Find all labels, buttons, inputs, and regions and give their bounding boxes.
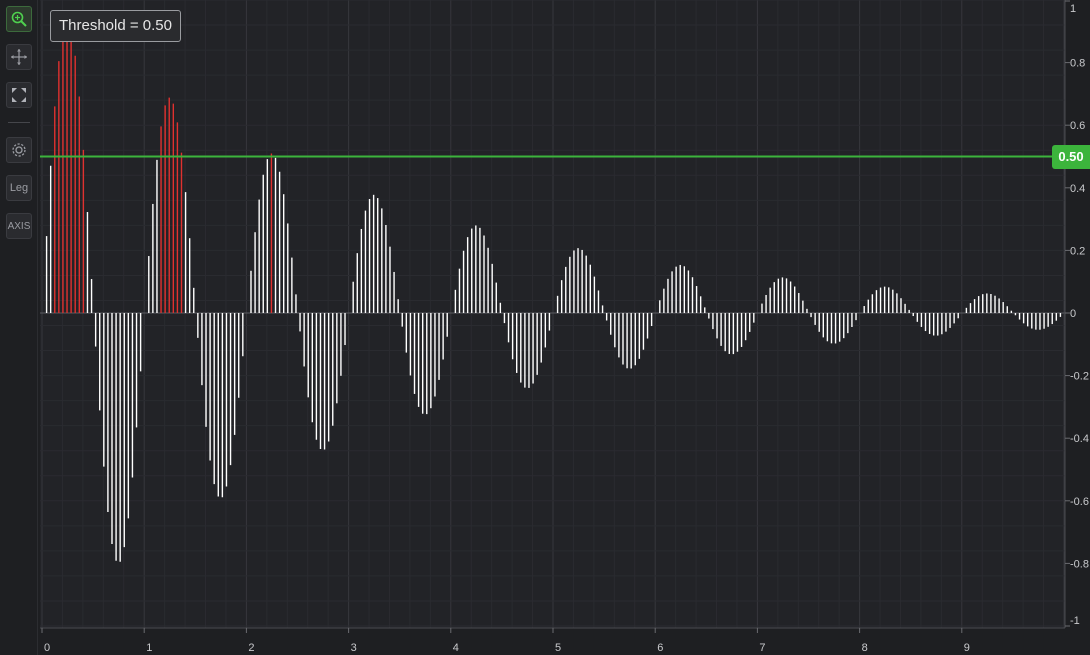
y-tick-label: 0.8 (1070, 58, 1085, 70)
y-tick-label: 0.4 (1070, 183, 1085, 195)
x-tick-label: 0 (44, 642, 50, 654)
x-tick-label: 2 (248, 642, 254, 654)
toolbar-separator (8, 122, 30, 123)
zoom-icon (10, 10, 28, 28)
axis-button[interactable]: AXIS (6, 213, 32, 239)
zoom-button[interactable] (6, 6, 32, 32)
y-tick-label: -0.6 (1070, 496, 1089, 508)
chart-toolbar: Leg AXIS (0, 0, 38, 655)
gear-icon (10, 141, 28, 159)
x-tick-label: 7 (759, 642, 765, 654)
legend-label: Leg (9, 182, 29, 194)
x-tick-label: 3 (351, 642, 357, 654)
chart-plot-area[interactable]: 0 1 2 3 4 5 6 7 8 9 1 0.8 0.6 0.4 0.2 0 -0.2 -0.4 -0.6 -0.… (0, 0, 1090, 655)
y-tick-label: -1 (1070, 615, 1080, 627)
threshold-label: Threshold = 0.50 (50, 10, 181, 42)
settings-button[interactable] (6, 137, 32, 163)
y-tick-label: 0.6 (1070, 120, 1085, 132)
x-tick-label: 5 (555, 642, 561, 654)
fit-screen-button[interactable] (6, 82, 32, 108)
pan-button[interactable] (6, 44, 32, 70)
y-tick-label: -0.8 (1070, 558, 1089, 570)
y-tick-label: 0.2 (1070, 245, 1085, 257)
x-axis-ticks: 0 1 2 3 4 5 6 7 8 9 (41, 628, 970, 654)
y-tick-label: -0.4 (1070, 433, 1089, 445)
y-tick-label: -0.2 (1070, 371, 1089, 383)
axis-label: AXIS (7, 220, 31, 232)
y-axis-ticks: 1 0.8 0.6 0.4 0.2 0 -0.2 -0.4 -0.6 -0.8 -1 (1065, 0, 1089, 627)
legend-button[interactable]: Leg (6, 175, 32, 201)
pan-icon (10, 48, 28, 66)
x-tick-label: 9 (964, 642, 970, 654)
x-tick-label: 4 (453, 642, 459, 654)
y-tick-label: 0 (1070, 308, 1076, 320)
x-tick-label: 6 (657, 642, 663, 654)
y-tick-label: 1 (1070, 3, 1076, 15)
fit-screen-icon (10, 86, 28, 104)
threshold-value-tag[interactable]: 0.50 (1052, 145, 1090, 169)
x-tick-label: 8 (862, 642, 868, 654)
x-tick-label: 1 (146, 642, 152, 654)
